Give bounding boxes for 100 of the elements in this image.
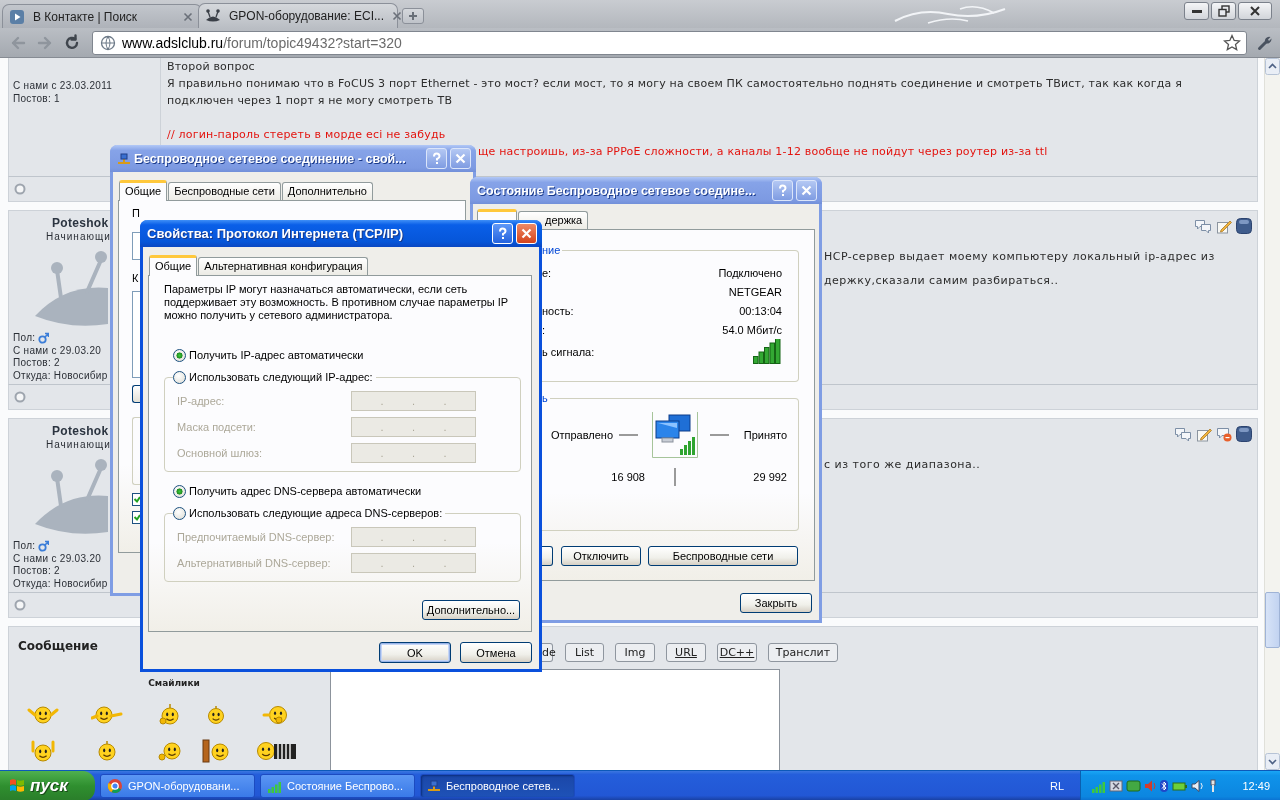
comment-text: ще настроишь, из-за PPPoE сложности, а каналы 1-12 вообще не пойдут через роутер из-за ttl [478,144,1048,160]
tab[interactable]: Общие [119,180,168,201]
user-info: С нами с 23.03.2011 [13,80,113,93]
format-button[interactable]: Транслит [768,643,838,662]
dialog-button[interactable]: Отключить [561,546,641,566]
new-tab-button[interactable] [402,8,424,24]
dialog-button[interactable] [542,546,553,566]
male-symbol-icon [38,540,50,553]
radio-button[interactable] [173,485,186,498]
smiley-icon[interactable] [201,739,231,763]
tab[interactable]: Дополнительно [281,182,373,200]
play-icon [9,8,25,25]
network-computers-icon [651,411,698,458]
format-button[interactable]: DC++ [717,643,757,662]
plus-icon [408,11,418,21]
smiley-icon[interactable] [29,739,57,763]
restore-icon [1217,5,1230,17]
radio-button[interactable] [173,507,186,520]
radio-button[interactable] [173,349,186,362]
close-icon[interactable] [183,11,193,22]
user-rank: Начинающи [46,230,111,244]
smiley-icon[interactable] [97,740,116,762]
tab[interactable]: Общие [149,255,198,276]
plug-icon[interactable] [1208,778,1218,793]
user-info: Откуда: Новосибир [13,577,108,590]
field-label: Альтернативный DNS-сервер: [177,557,332,569]
sent-count: 16 908 [611,471,645,483]
smiley-icon[interactable] [207,705,225,725]
dialog-button[interactable]: Дополнительно... [422,600,520,620]
user-info: Постов: 2 [13,357,60,370]
reload-icon [63,33,81,52]
status-label: ность: [542,304,574,317]
close-button[interactable] [1238,2,1272,20]
help-button[interactable] [772,180,793,201]
user-name[interactable]: Poteshok [52,216,109,230]
format-button[interactable]: URL [666,643,706,662]
field-label: П [132,207,140,220]
question-mark-icon [776,184,789,197]
message-input[interactable] [330,669,780,770]
user-info: Постов: 1 [13,92,60,105]
comment-text: // логин-пароль стереть в морде eci не забудь [167,127,446,143]
radio-option[interactable]: Получить IP-адрес автоматически [173,349,364,362]
rounded-square-icon[interactable] [1236,426,1252,442]
dialog-button[interactable]: OK [379,642,451,663]
list-field[interactable] [132,291,140,378]
scroll-thumb[interactable] [1265,592,1280,648]
dialog-button[interactable]: Закрыть [740,593,812,613]
dialog-button[interactable]: Беспроводные сети [648,546,798,566]
wheel-icon [107,777,123,794]
status-label: ь сигнала: [542,346,595,358]
help-button[interactable] [426,148,447,169]
window-title: Состояние Беспроводное сетевое соедине... [477,183,757,198]
rounded-square-icon[interactable] [1236,218,1252,234]
format-button[interactable]: Img [615,643,655,662]
format-button[interactable]: List [565,643,604,662]
network-icon [117,152,131,165]
gender-label: Пол: [13,540,36,553]
smiley-icon[interactable] [157,739,183,763]
user-name[interactable]: Poteshok [52,424,109,438]
question-mark-icon [496,227,509,240]
section-title: Сообщение [18,639,98,653]
restore-button[interactable] [1211,2,1236,20]
globe-icon [100,34,116,51]
user-rank: Начинающи [46,438,111,452]
radio-option[interactable]: Получить адрес DNS-сервера автоматически [173,485,422,498]
browser-tab[interactable]: GPON-оборудование: ECI... [198,3,398,28]
radio-option[interactable]: Использовать следующие адреса DNS-серверов: [173,507,443,520]
tile-icon[interactable] [1126,778,1141,793]
window-title: Свойства: Протокол Интернета (TCP/IP) [147,226,404,241]
taskbar-button[interactable]: Беспроводное сетев... [420,773,575,798]
speech-bubbles-icon[interactable] [1174,426,1192,442]
speaker-icon[interactable] [1191,778,1205,793]
minimize-button[interactable] [1184,2,1209,20]
x-icon [800,184,813,197]
user-info: Откуда: Новосибир [13,369,108,382]
smiley-icon[interactable] [158,703,182,727]
dialog-button[interactable]: Отмена [460,642,532,663]
pencil-icon[interactable] [1196,426,1212,442]
language-indicator[interactable]: RL [1049,779,1064,792]
clock: 12:49 [1242,779,1270,792]
radio-option[interactable]: Использовать следующий IP-адрес: [173,371,373,384]
bluetooth-icon[interactable] [1159,778,1169,793]
user-info: Постов: 2 [13,565,60,578]
group-legend: ь [542,392,550,405]
close-icon[interactable] [391,11,402,21]
taskbar-button[interactable]: GPON-оборудовани... [100,773,255,798]
field-label: Основной шлюз: [177,447,264,459]
text-field[interactable] [132,232,140,260]
star-icon[interactable] [1223,33,1241,52]
radio-button[interactable] [173,371,186,384]
start-button[interactable]: пуск [0,770,95,800]
x-box-icon[interactable] [1109,778,1123,793]
taskbar-button[interactable]: Состояние Беспрово... [260,773,415,798]
field-label: IP-адрес: [177,395,226,407]
speech-bubbles-icon[interactable] [1194,218,1212,234]
smiley-icon[interactable] [254,739,298,763]
tab[interactable]: Беспроводные сети [168,182,281,200]
tab[interactable]: Альтернативная конфигурация [198,257,369,275]
status-label: е: [542,266,552,279]
address-field[interactable]: www.adslclub.ru/forum/topic49432?start=320 [92,30,1247,55]
